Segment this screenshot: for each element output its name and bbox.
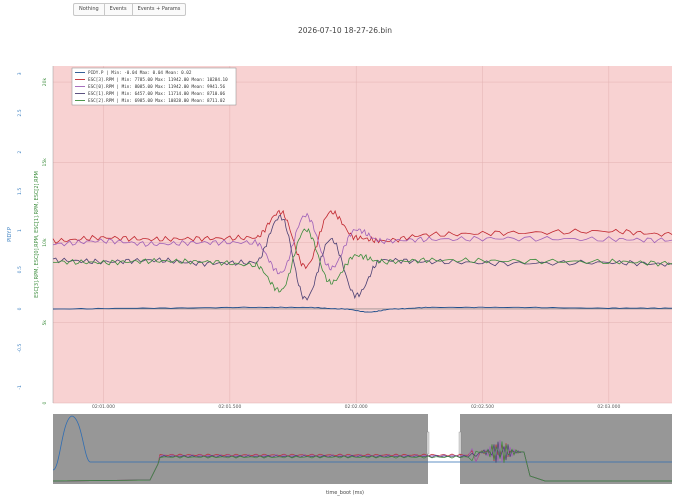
- legend: PIDY.P | Min: -0.04 Max: 0.04 Mean: 0.02…: [71, 67, 237, 106]
- x-axis-label: time_boot (ms): [325, 490, 364, 496]
- x-tick-label: 02:02.500: [471, 404, 494, 410]
- overview-right-handle: [458, 431, 462, 455]
- left-y-tick-label: 3: [17, 72, 23, 75]
- legend-entry: ESC[0].RPM | Min: 8085.00 Max: 11942.00 …: [88, 84, 226, 90]
- legend-entry: ESC[2].RPM | Min: 6985.00 Max: 10828.00 …: [88, 98, 226, 104]
- x-tick-label: 02:02.000: [345, 404, 368, 410]
- left-y-tick-label: 1.5: [17, 188, 23, 195]
- right-y-tick-label: 0: [42, 401, 48, 404]
- left-y-tick-label: -0.5: [17, 344, 23, 353]
- legend-entry: ESC[1].RPM | Min: 6457.00 Max: 11714.00 …: [88, 91, 226, 97]
- left-y-tick-label: 2.5: [17, 109, 23, 116]
- right-y-tick-label: 10k: [42, 238, 48, 247]
- right-y-tick-label: 20k: [42, 77, 48, 86]
- legend-entry: PIDY.P | Min: -0.04 Max: 0.04 Mean: 0.02: [88, 70, 192, 76]
- left-y-axis-title: PIDY.P: [7, 227, 13, 242]
- left-y-tick-label: 0: [17, 307, 23, 310]
- chart-canvas: 02:01.000 02:01.500 02:02.000 02:02.500 02:0…: [7, 66, 673, 484]
- overview-left-handle: [426, 431, 430, 455]
- left-y-tick-label: 1: [17, 229, 23, 232]
- range-selector[interactable]: [52, 414, 672, 484]
- left-y-tick-label: 0.5: [17, 266, 23, 273]
- overview-background: [53, 414, 672, 484]
- overview-selection-window: [428, 414, 460, 484]
- x-tick-label: 02:01.500: [218, 404, 241, 410]
- right-y-axis-title: ESC[3].RPM, ESC[0].RPM, ESC[1].RPM, ESC[…: [34, 171, 40, 298]
- x-tick-label: 02:01.000: [92, 404, 115, 410]
- x-tick-label: 02:03.000: [597, 404, 620, 410]
- left-y-tick-label: -1: [17, 385, 23, 390]
- right-y-tick-label: 15k: [42, 158, 48, 167]
- right-y-tick-label: 5k: [42, 320, 48, 326]
- left-y-tick-label: 2: [17, 151, 23, 154]
- plot-area[interactable]: [53, 66, 672, 403]
- legend-entry: ESC[3].RPM | Min: 7785.00 Max: 11942.00 …: [88, 77, 228, 83]
